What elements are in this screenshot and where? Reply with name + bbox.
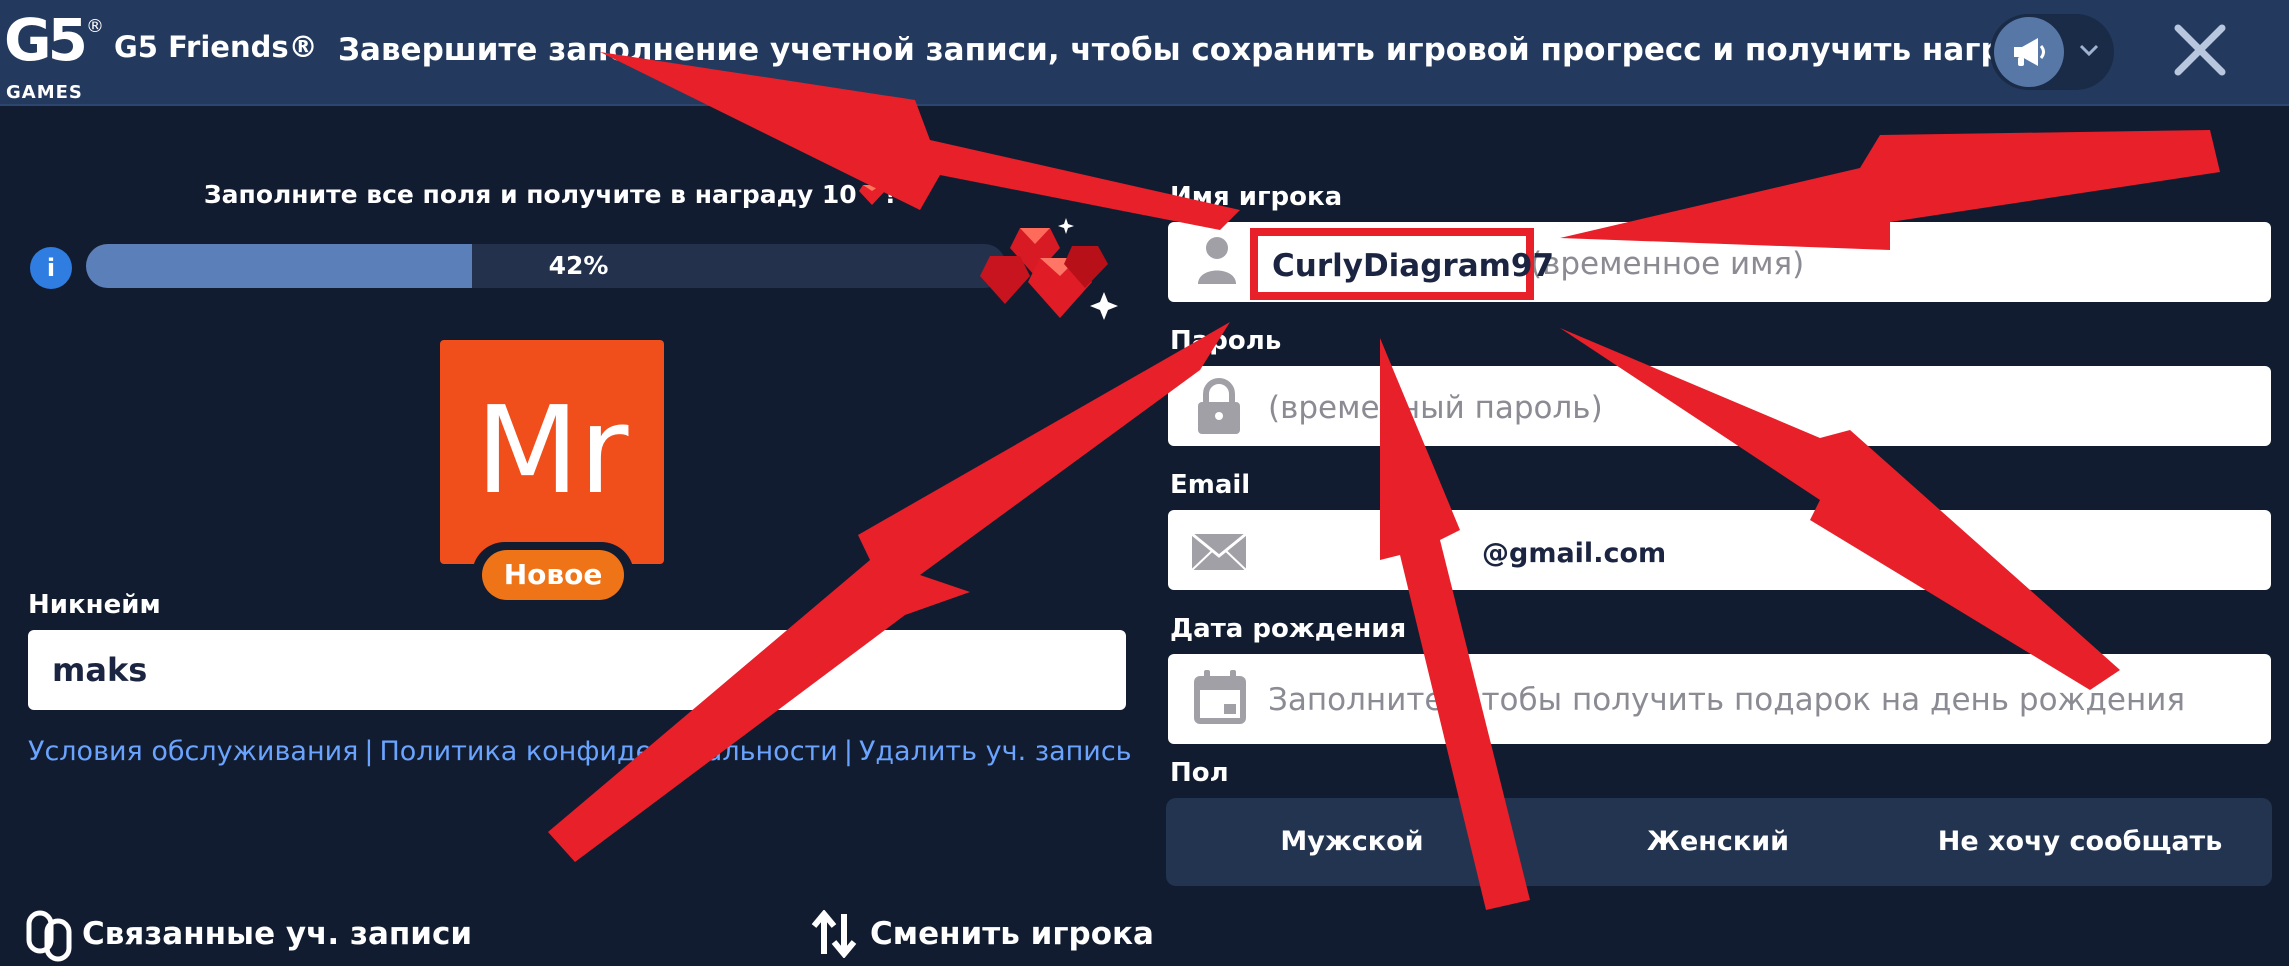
info-icon[interactable]: i [30, 247, 72, 289]
megaphone-icon[interactable] [1994, 17, 2064, 87]
email-field[interactable] [1168, 510, 2271, 590]
progress-label: 42% [548, 251, 609, 280]
link-separator: | [364, 736, 374, 767]
g5-logo: G5 ® GAMES [4, 6, 104, 103]
linked-accounts-button[interactable]: Связанные уч. записи [82, 916, 472, 952]
reward-message: Заполните все поля и получите в награду … [0, 180, 1100, 209]
email-value[interactable]: @gmail.com [1482, 538, 1666, 569]
lock-icon [1192, 376, 1246, 434]
password-placeholder: (временный пароль) [1268, 390, 1603, 426]
reward-text: Заполните все поля и получите в награду … [203, 180, 857, 209]
privacy-link[interactable]: Политика конфиденциальности [380, 736, 838, 767]
new-badge: Новое [482, 550, 624, 600]
reward-suffix: ! [884, 180, 897, 209]
switch-player-button[interactable]: Сменить игрока [870, 916, 1154, 952]
user-icon [1190, 232, 1244, 286]
email-label: Email [1170, 470, 1251, 500]
header-message: Завершите заполнение учетной записи, что… [338, 32, 2081, 68]
link-accounts-icon[interactable] [26, 910, 72, 962]
logo-mark: G5 [4, 6, 88, 74]
gender-option-female[interactable]: Женский [1538, 798, 1898, 886]
gender-label: Пол [1170, 758, 1229, 788]
link-separator: | [843, 736, 853, 767]
birthday-label: Дата рождения [1170, 614, 1407, 644]
password-label: Пароль [1170, 326, 1282, 356]
player-name-placeholder: (временное имя) [1530, 246, 1805, 282]
chevron-down-icon[interactable] [2072, 30, 2106, 70]
gender-option-none[interactable]: Не хочу сообщать [1900, 798, 2260, 886]
mail-icon [1190, 522, 1248, 580]
calendar-icon [1190, 668, 1250, 728]
nickname-value[interactable]: maks [52, 630, 147, 710]
player-name-label: Имя игрока [1170, 182, 1343, 212]
app-title: G5 Friends® [114, 30, 318, 64]
gem-icon [858, 185, 885, 205]
delete-account-link[interactable]: Удалить уч. запись [859, 736, 1132, 767]
nickname-field[interactable] [28, 630, 1126, 710]
terms-link[interactable]: Условия обслуживания [28, 736, 358, 767]
birthday-placeholder: Заполните, чтобы получить подарок на ден… [1268, 682, 2186, 718]
gender-option-male[interactable]: Мужской [1172, 798, 1532, 886]
gems-reward-icon [980, 218, 1120, 328]
swap-arrows-icon[interactable] [810, 909, 858, 959]
avatar-initials: Mr [475, 382, 629, 521]
logo-games: GAMES [6, 82, 83, 103]
nickname-label: Никнейм [28, 590, 161, 620]
close-icon[interactable] [2172, 22, 2228, 78]
logo-registered: ® [86, 16, 104, 37]
player-name-value[interactable]: CurlyDiagram97 [1272, 248, 1554, 284]
legal-links: Условия обслуживания | Политика конфиденци… [28, 736, 1132, 767]
